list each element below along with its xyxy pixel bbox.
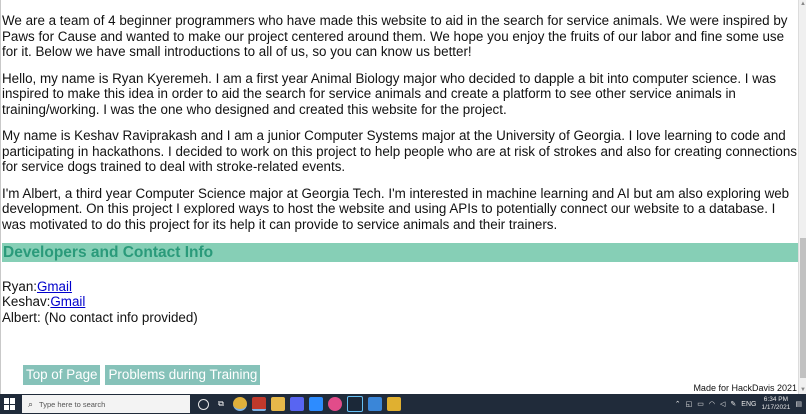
app-red-icon[interactable] [252,397,266,411]
scroll-up-icon[interactable]: ▲ [799,0,806,8]
pen-icon[interactable]: ✎ [730,400,736,408]
chrome-icon[interactable] [233,397,247,411]
contact-albert: Albert: (No contact info provided) [2,309,198,325]
clock-time: 6:34 PM [763,396,789,403]
app-blue-icon[interactable] [368,397,382,411]
network-icon[interactable]: ◱ [686,400,693,408]
taskbar-search-placeholder: Type here to search [39,399,106,409]
intro-paragraph: We are a team of 4 beginner programmers … [2,13,788,59]
app-yellow-icon[interactable] [387,397,401,411]
system-tray: ⌃ ◱ ▭ ◠ ◁ ✎ ENG 6:34 PM 1/17/2021 ▤ [675,394,802,414]
section-heading-contact: Developers and Contact Info [2,243,799,262]
battery-icon[interactable]: ▭ [697,400,704,408]
ryan-bio: Hello, my name is Ryan Kyeremeh. I am a … [2,70,777,117]
top-of-page-button[interactable]: Top of Page [23,365,101,385]
scrollbar-thumb[interactable] [800,238,806,378]
contact-keshav: Keshav:Gmail [2,294,799,309]
zoom-icon[interactable] [309,397,323,411]
webpage-viewport: We are a team of 4 beginner programmers … [0,0,799,394]
page-content: We are a team of 4 beginner programmers … [1,13,799,325]
taskbar-clock[interactable]: 6:34 PM 1/17/2021 [761,396,790,412]
taskbar-search-input[interactable]: ⌕ Type here to search [22,395,190,413]
contact-list: Ryan:Gmail Keshav:Gmail Albert: (No cont… [2,279,799,325]
steam-icon[interactable] [347,396,363,412]
search-icon: ⌕ [28,398,34,409]
wifi-icon[interactable]: ◠ [709,400,715,408]
scroll-down-icon[interactable]: ▼ [799,386,806,394]
volume-icon[interactable]: ◁ [720,400,725,408]
keshav-gmail-link[interactable]: Gmail [50,294,85,309]
ryan-gmail-link[interactable]: Gmail [37,279,72,294]
button-row: Top of Page Problems during Training [23,365,261,385]
windows-taskbar: ⌕ Type here to search ⧉ ⌃ ◱ ▭ ◠ ◁ ✎ ENG … [0,394,806,414]
chevron-up-icon[interactable]: ⌃ [675,400,681,408]
taskbar-apps: ⧉ [198,396,401,412]
albert-bio: I'm Albert, a third year Computer Scienc… [2,185,790,232]
task-view-icon[interactable]: ⧉ [214,397,228,411]
file-explorer-icon[interactable] [271,397,285,411]
vertical-scrollbar[interactable]: ▲ ▼ [798,0,806,394]
problems-during-training-button[interactable]: Problems during Training [105,365,261,385]
app-pink-icon[interactable] [328,397,342,411]
keshav-bio: My name is Keshav Raviprakash and I am a… [2,128,797,174]
language-indicator[interactable]: ENG [741,401,756,408]
clock-date: 1/17/2021 [761,404,791,411]
windows-start-icon[interactable] [4,398,16,410]
contact-ryan-label: Ryan: [2,279,37,294]
credit-text: Made for HackDavis 2021 [691,383,799,393]
contact-keshav-label: Keshav: [2,294,51,310]
contact-ryan: Ryan:Gmail [2,279,799,294]
discord-icon[interactable] [290,397,304,411]
cortana-icon[interactable] [198,398,209,410]
notification-icon[interactable]: ▤ [795,400,802,408]
